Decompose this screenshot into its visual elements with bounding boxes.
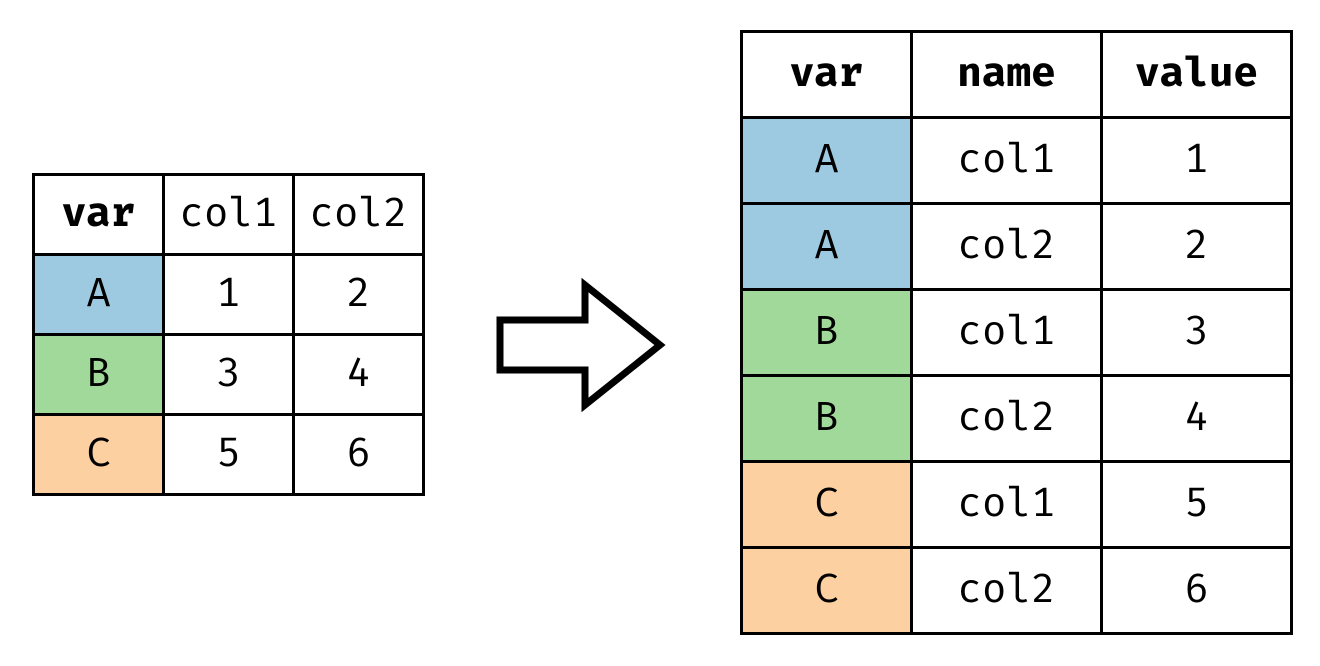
value-cell: 2 bbox=[294, 255, 424, 335]
var-cell: B bbox=[34, 335, 164, 415]
value-cell: 1 bbox=[164, 255, 294, 335]
table-row: C 5 6 bbox=[34, 415, 424, 495]
value-cell: 5 bbox=[164, 415, 294, 495]
wide-table: var col1 col2 A 1 2 B 3 4 C 5 6 bbox=[32, 173, 425, 496]
table-row: B 3 4 bbox=[34, 335, 424, 415]
table-row: A 1 2 bbox=[34, 255, 424, 335]
col-header-var: var bbox=[742, 32, 912, 118]
name-cell: col1 bbox=[912, 290, 1102, 376]
value-cell: 4 bbox=[1102, 376, 1292, 462]
var-cell: B bbox=[742, 376, 912, 462]
col-header-col1: col1 bbox=[164, 175, 294, 255]
table-header-row: var name value bbox=[742, 32, 1292, 118]
table-row: B col1 3 bbox=[742, 290, 1292, 376]
name-cell: col2 bbox=[912, 204, 1102, 290]
value-cell: 3 bbox=[1102, 290, 1292, 376]
var-cell: C bbox=[742, 548, 912, 634]
arrow-icon bbox=[490, 275, 670, 415]
value-cell: 5 bbox=[1102, 462, 1292, 548]
col-header-var: var bbox=[34, 175, 164, 255]
var-cell: C bbox=[34, 415, 164, 495]
value-cell: 6 bbox=[294, 415, 424, 495]
table-header-row: var col1 col2 bbox=[34, 175, 424, 255]
table-row: C col1 5 bbox=[742, 462, 1292, 548]
table-row: A col2 2 bbox=[742, 204, 1292, 290]
value-cell: 2 bbox=[1102, 204, 1292, 290]
col-header-value: value bbox=[1102, 32, 1292, 118]
name-cell: col2 bbox=[912, 376, 1102, 462]
name-cell: col2 bbox=[912, 548, 1102, 634]
value-cell: 6 bbox=[1102, 548, 1292, 634]
diagram-canvas: var col1 col2 A 1 2 B 3 4 C 5 6 bbox=[0, 0, 1320, 666]
name-cell: col1 bbox=[912, 462, 1102, 548]
col-header-col2: col2 bbox=[294, 175, 424, 255]
value-cell: 4 bbox=[294, 335, 424, 415]
var-cell: C bbox=[742, 462, 912, 548]
value-cell: 3 bbox=[164, 335, 294, 415]
name-cell: col1 bbox=[912, 118, 1102, 204]
table-row: A col1 1 bbox=[742, 118, 1292, 204]
table-row: C col2 6 bbox=[742, 548, 1292, 634]
value-cell: 1 bbox=[1102, 118, 1292, 204]
var-cell: A bbox=[742, 204, 912, 290]
table-row: B col2 4 bbox=[742, 376, 1292, 462]
var-cell: B bbox=[742, 290, 912, 376]
col-header-name: name bbox=[912, 32, 1102, 118]
var-cell: A bbox=[742, 118, 912, 204]
var-cell: A bbox=[34, 255, 164, 335]
long-table: var name value A col1 1 A col2 2 B col1 … bbox=[740, 30, 1293, 635]
